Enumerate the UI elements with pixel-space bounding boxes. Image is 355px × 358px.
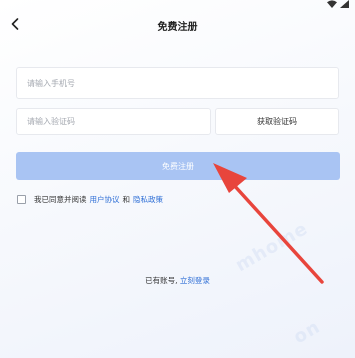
login-row: 已有账号, 立刻登录 [0, 275, 355, 286]
watermark-secondary: on [290, 316, 325, 349]
page-title: 免费注册 [157, 22, 198, 33]
register-button[interactable]: 免费注册 [16, 152, 340, 180]
phone-input[interactable] [17, 68, 338, 98]
user-agreement-link[interactable]: 用户协议 [90, 194, 120, 205]
login-link[interactable]: 立刻登录 [180, 276, 210, 285]
wifi-icon [327, 0, 337, 8]
phone-field[interactable] [16, 67, 339, 99]
watermark: mhome [232, 218, 312, 277]
navigation-bar: 免费注册 [0, 10, 355, 38]
agreement-prefix: 我已同意并阅读 [34, 195, 87, 204]
agreement-conjunction: 和 [122, 195, 131, 204]
agreement-checkbox[interactable] [17, 195, 26, 204]
signal-icon [340, 0, 349, 8]
login-prompt: 已有账号, [145, 276, 178, 285]
verification-code-input[interactable] [17, 109, 210, 134]
agreement-row: 我已同意并阅读 用户协议 和 隐私政策 [17, 194, 163, 205]
status-icons [327, 0, 349, 8]
privacy-policy-link[interactable]: 隐私政策 [133, 194, 163, 205]
status-bar [0, 0, 355, 10]
get-code-button[interactable]: 获取验证码 [215, 108, 339, 135]
verification-code-field[interactable] [16, 108, 211, 135]
